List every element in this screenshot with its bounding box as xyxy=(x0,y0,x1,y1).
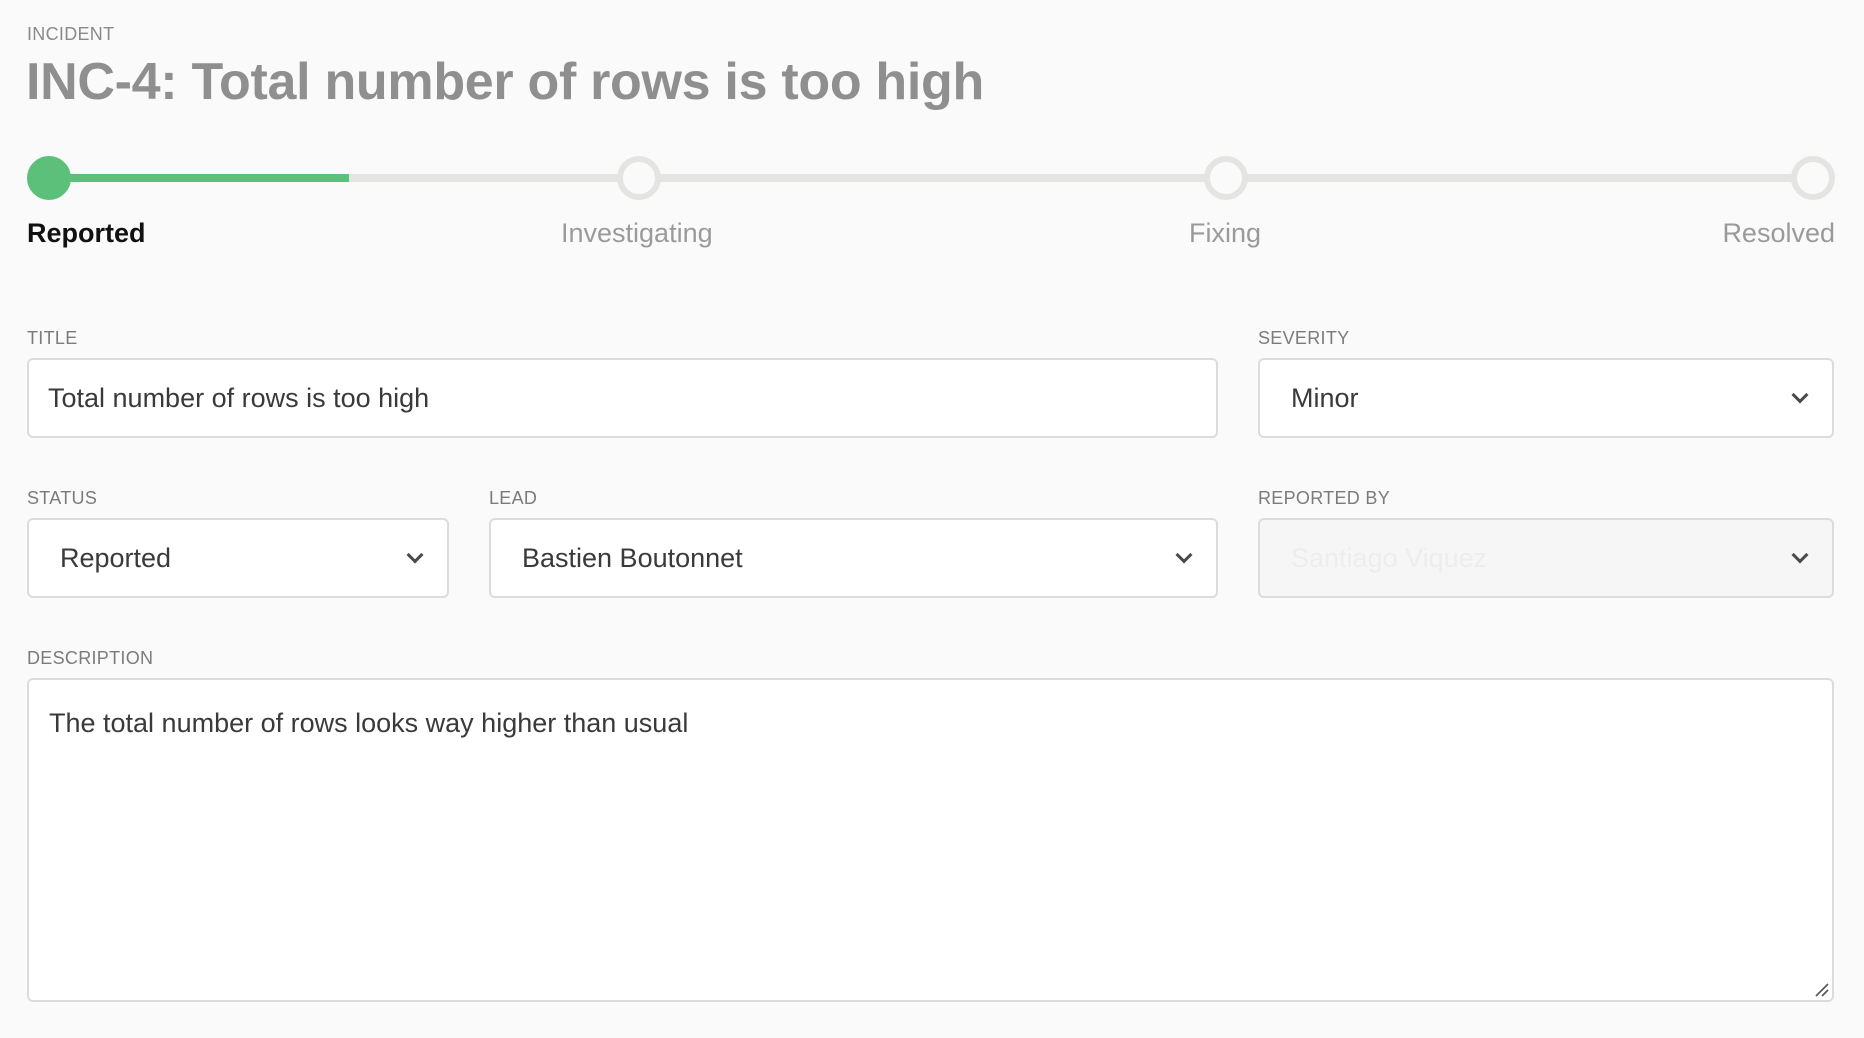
chevron-down-icon xyxy=(1791,546,1809,564)
status-select[interactable]: Reported xyxy=(27,518,449,598)
reported-by-select-value: Santiago Viquez xyxy=(1291,542,1488,573)
stepper-track xyxy=(49,174,1813,182)
stepper-progress-fill xyxy=(49,174,349,182)
severity-select-value: Minor xyxy=(1291,382,1359,413)
description-label: DESCRIPTION xyxy=(27,648,154,668)
reported-by-select: Santiago Viquez xyxy=(1258,518,1834,598)
lead-select[interactable]: Bastien Boutonnet xyxy=(489,518,1218,598)
step-dot-resolved[interactable] xyxy=(1791,156,1835,200)
chevron-down-icon xyxy=(1175,546,1193,564)
resize-grip-icon[interactable] xyxy=(1813,981,1829,997)
description-textarea[interactable]: The total number of rows looks way highe… xyxy=(27,678,1834,1002)
status-stepper: Reported Investigating Fixing Resolved xyxy=(27,150,1835,260)
severity-select[interactable]: Minor xyxy=(1258,358,1834,438)
severity-label: SEVERITY xyxy=(1258,328,1350,348)
step-label-fixing[interactable]: Fixing xyxy=(1189,218,1261,249)
lead-label: LEAD xyxy=(489,488,538,508)
status-select-value: Reported xyxy=(60,542,172,573)
status-label: STATUS xyxy=(27,488,98,508)
page-eyebrow: INCIDENT xyxy=(27,24,115,44)
step-dot-fixing[interactable] xyxy=(1204,156,1248,200)
step-dot-reported[interactable] xyxy=(27,156,71,200)
incident-page: INCIDENT INC-4: Total number of rows is … xyxy=(0,0,1864,1038)
page-title: INC-4: Total number of rows is too high xyxy=(26,53,984,111)
step-label-resolved[interactable]: Resolved xyxy=(1722,218,1835,249)
step-dot-investigating[interactable] xyxy=(617,156,661,200)
step-label-reported[interactable]: Reported xyxy=(27,218,146,249)
description-textarea-value: The total number of rows looks way highe… xyxy=(49,708,689,738)
step-label-investigating[interactable]: Investigating xyxy=(561,218,713,249)
title-label: TITLE xyxy=(27,328,78,348)
title-input[interactable]: Total number of rows is too high xyxy=(27,358,1218,438)
title-input-value: Total number of rows is too high xyxy=(48,382,430,413)
chevron-down-icon xyxy=(1791,386,1809,404)
reported-by-label: REPORTED BY xyxy=(1258,488,1390,508)
lead-select-value: Bastien Boutonnet xyxy=(522,542,743,573)
chevron-down-icon xyxy=(406,546,424,564)
